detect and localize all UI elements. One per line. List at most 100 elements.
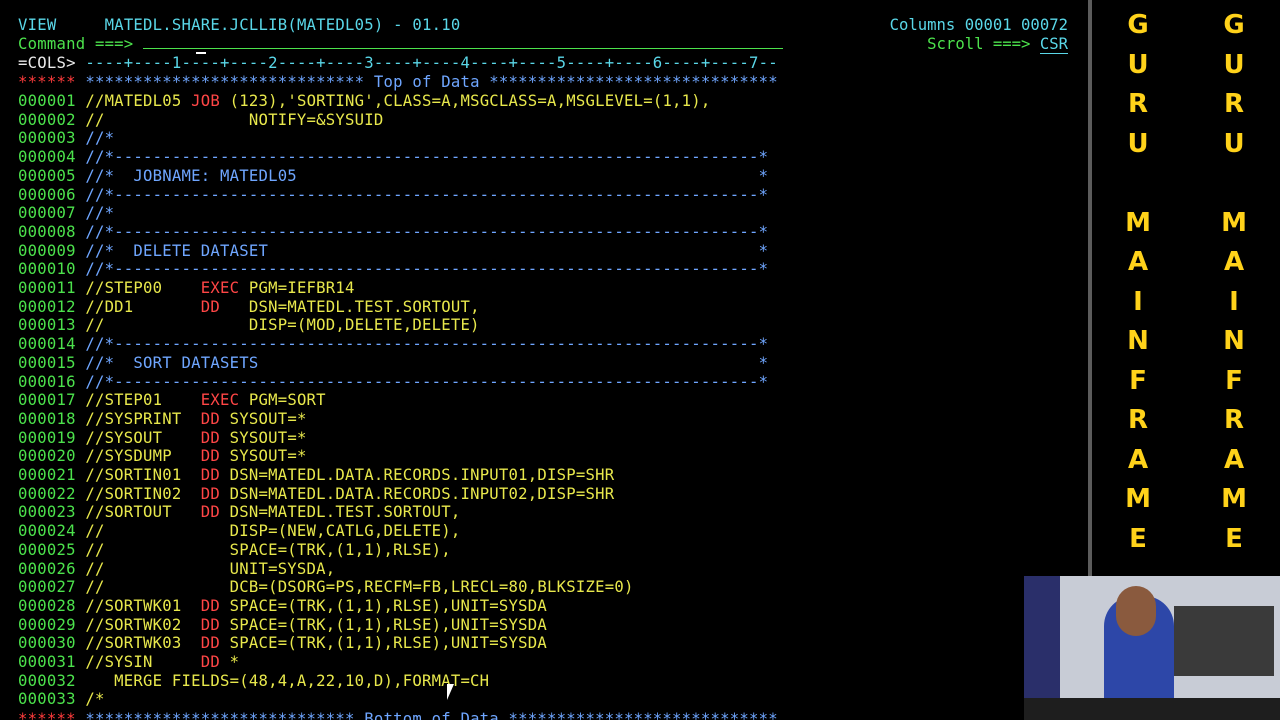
source-line[interactable]: 000015 //* SORT DATASETS *: [18, 354, 768, 372]
banner-letter: M: [1221, 207, 1247, 238]
line-number[interactable]: 000024: [18, 522, 85, 540]
header-line-1: VIEW MATEDL.SHARE.JCLLIB(MATEDL05) - 01.…: [18, 16, 460, 34]
line-number[interactable]: 000009: [18, 242, 85, 260]
line-number[interactable]: 000004: [18, 148, 85, 166]
banner-letter: [1214, 164, 1254, 204]
jcl-text: // NOTIFY=&SYSUID: [85, 110, 384, 129]
line-number[interactable]: 000016: [18, 373, 85, 391]
line-number[interactable]: 000028: [18, 597, 85, 615]
source-line[interactable]: 000001 //MATEDL05 JOB (123),'SORTING',CL…: [18, 92, 711, 110]
banner-right-column: GURUMAINFRAME: [1214, 6, 1254, 559]
jcl-comment: //*-------------------------------------…: [85, 222, 769, 241]
command-label: Command ===>: [18, 35, 134, 53]
jcl-text: //SORTWK03: [85, 634, 201, 653]
source-line[interactable]: 000021 //SORTIN01 DD DSN=MATEDL.DATA.REC…: [18, 466, 614, 484]
jcl-text: //DD1: [85, 297, 201, 316]
banner-letter: F: [1225, 365, 1243, 396]
source-line[interactable]: 000006 //*------------------------------…: [18, 186, 768, 204]
line-number[interactable]: 000026: [18, 560, 85, 578]
command-input[interactable]: [143, 48, 784, 49]
source-line[interactable]: 000030 //SORTWK03 DD SPACE=(TRK,(1,1),RL…: [18, 634, 547, 652]
line-number[interactable]: 000015: [18, 354, 85, 372]
jcl-keyword: DD: [200, 466, 220, 484]
line-number[interactable]: 000031: [18, 653, 85, 671]
source-line[interactable]: 000033 /*: [18, 690, 105, 708]
source-line[interactable]: 000016 //*------------------------------…: [18, 373, 768, 391]
line-number[interactable]: 000003: [18, 129, 85, 147]
line-number[interactable]: 000023: [18, 503, 85, 521]
source-line[interactable]: 000032 MERGE FIELDS=(48,4,A,22,10,D),FOR…: [18, 672, 489, 690]
jcl-text: SYSOUT=*: [220, 428, 307, 447]
line-number[interactable]: 000014: [18, 335, 85, 353]
source-line[interactable]: 000003 //*: [18, 129, 114, 147]
banner-letter: M: [1125, 484, 1151, 514]
source-line[interactable]: 000031 //SYSIN DD *: [18, 653, 239, 671]
source-line[interactable]: 000002 // NOTIFY=&SYSUID: [18, 111, 384, 129]
source-line[interactable]: 000007 //*: [18, 204, 114, 222]
jcl-keyword: DD: [200, 409, 220, 428]
jcl-comment: //*-------------------------------------…: [85, 185, 769, 204]
line-number[interactable]: 000018: [18, 410, 85, 428]
source-line[interactable]: 000009 //* DELETE DATASET *: [18, 242, 768, 260]
source-line[interactable]: 000028 //SORTWK01 DD SPACE=(TRK,(1,1),RL…: [18, 597, 547, 615]
line-number[interactable]: 000007: [18, 204, 85, 222]
source-line[interactable]: 000024 // DISP=(NEW,CATLG,DELETE),: [18, 522, 460, 540]
source-line[interactable]: 000023 //SORTOUT DD DSN=MATEDL.TEST.SORT…: [18, 503, 460, 521]
source-line[interactable]: 000012 //DD1 DD DSN=MATEDL.TEST.SORTOUT,: [18, 298, 480, 316]
line-number[interactable]: 000011: [18, 279, 85, 297]
source-line[interactable]: 000004 //*------------------------------…: [18, 148, 768, 166]
line-number[interactable]: 000013: [18, 316, 85, 334]
line-number[interactable]: 000006: [18, 186, 85, 204]
line-number[interactable]: 000032: [18, 672, 85, 690]
source-line[interactable]: 000010 //*------------------------------…: [18, 260, 768, 278]
source-line[interactable]: 000018 //SYSPRINT DD SYSOUT=*: [18, 410, 307, 428]
line-number[interactable]: 000027: [18, 578, 85, 596]
jcl-keyword: DD: [200, 634, 220, 653]
line-number[interactable]: 000021: [18, 466, 85, 484]
scroll-input[interactable]: CSR: [1039, 35, 1068, 54]
line-number[interactable]: 000001: [18, 92, 85, 110]
jcl-text: // DCB=(DSORG=PS,RECFM=FB,LRECL=80,BLKSI…: [85, 578, 634, 597]
line-number[interactable]: 000030: [18, 634, 85, 652]
line-number[interactable]: 000020: [18, 447, 85, 465]
line-number[interactable]: 000010: [18, 260, 85, 278]
source-line[interactable]: 000019 //SYSOUT DD SYSOUT=*: [18, 429, 307, 447]
source-line[interactable]: 000025 // SPACE=(TRK,(1,1),RLSE),: [18, 541, 451, 559]
banner-letter: U: [1127, 128, 1149, 159]
jcl-text: SPACE=(TRK,(1,1),RLSE),UNIT=SYSDA: [220, 596, 548, 615]
banner-letter: M: [1221, 484, 1247, 514]
line-number[interactable]: 000025: [18, 541, 85, 559]
source-line[interactable]: 000005 //* JOBNAME: MATEDL05 *: [18, 167, 768, 185]
jcl-text: //SYSPRINT: [85, 409, 201, 428]
source-line[interactable]: 000013 // DISP=(MOD,DELETE,DELETE): [18, 316, 480, 334]
source-line[interactable]: 000029 //SORTWK02 DD SPACE=(TRK,(1,1),RL…: [18, 616, 547, 634]
jcl-text: //STEP00: [85, 279, 201, 297]
jcl-keyword: DD: [200, 653, 220, 671]
source-line[interactable]: 000027 // DCB=(DSORG=PS,RECFM=FB,LRECL=8…: [18, 578, 634, 596]
line-number[interactable]: 000033: [18, 690, 85, 708]
line-number[interactable]: 000019: [18, 429, 85, 447]
jcl-comment: //*: [85, 204, 115, 223]
line-number[interactable]: 000005: [18, 167, 85, 185]
source-line[interactable]: 000022 //SORTIN02 DD DSN=MATEDL.DATA.REC…: [18, 485, 614, 503]
source-line[interactable]: 000020 //SYSDUMP DD SYSOUT=*: [18, 447, 307, 465]
line-number[interactable]: 000008: [18, 223, 85, 241]
line-number[interactable]: 000022: [18, 485, 85, 503]
webcam-overlay: [1024, 576, 1280, 720]
cols-ruler: =COLS> ----+----1----+----2----+----3---…: [18, 54, 778, 72]
source-line[interactable]: 000026 // UNIT=SYSDA,: [18, 560, 335, 578]
source-line[interactable]: 000008 //*------------------------------…: [18, 223, 768, 241]
source-line[interactable]: 000011 //STEP00 EXEC PGM=IEFBR14: [18, 279, 355, 297]
line-number[interactable]: 000002: [18, 111, 85, 129]
line-number[interactable]: 000012: [18, 298, 85, 316]
jcl-keyword: EXEC: [200, 279, 240, 297]
line-number[interactable]: 000029: [18, 616, 85, 634]
banner-letter: F: [1129, 365, 1147, 396]
source-line[interactable]: 000014 //*------------------------------…: [18, 335, 768, 353]
jcl-comment: //*-------------------------------------…: [85, 372, 769, 391]
bottom-marker: **************************** Bottom of D…: [75, 710, 778, 720]
source-line[interactable]: 000017 //STEP01 EXEC PGM=SORT: [18, 391, 326, 409]
banner-left-column: GURUMAINFRAME: [1118, 6, 1158, 559]
banner-letter: N: [1127, 326, 1149, 356]
line-number[interactable]: 000017: [18, 391, 85, 409]
